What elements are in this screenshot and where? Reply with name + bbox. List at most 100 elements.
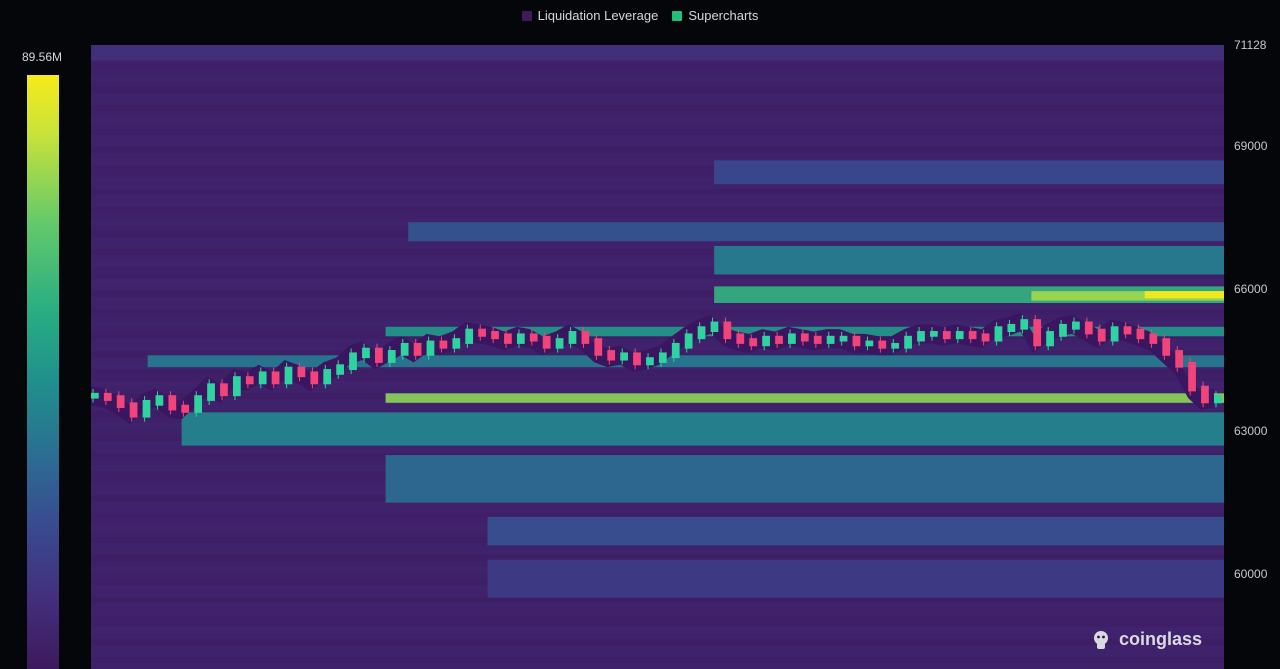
- legend-label-supercharts: Supercharts: [688, 8, 759, 23]
- heatmap-background-row: [91, 147, 1224, 153]
- heatmap-background-row: [91, 621, 1224, 627]
- heatmap-background-row: [91, 135, 1224, 141]
- heatmap-background-row: [91, 213, 1224, 219]
- heatmap-background-row: [91, 633, 1224, 639]
- heatmap-background-row: [91, 105, 1224, 111]
- heatmap-svg: [91, 45, 1225, 669]
- heatmap-background-row: [91, 81, 1224, 87]
- heatmap-background-row: [91, 303, 1224, 309]
- candle-body: [594, 338, 603, 356]
- candle-body: [91, 392, 99, 399]
- heatmap-background-row: [91, 87, 1224, 93]
- candle-body: [516, 333, 525, 344]
- candle-body: [271, 371, 280, 385]
- candle-body: [1214, 395, 1222, 404]
- heatmap-background-row: [91, 75, 1224, 81]
- heatmap-band: [1144, 291, 1224, 299]
- candle-body: [646, 357, 654, 366]
- heatmap-background-row: [91, 93, 1224, 99]
- heatmap-background-row: [91, 663, 1224, 669]
- heatmap-band: [147, 355, 1224, 368]
- candle-body: [1084, 321, 1093, 335]
- candle-body: [994, 326, 1003, 342]
- candle-body: [826, 335, 835, 344]
- candle-body: [1175, 350, 1184, 368]
- heatmap-background-row: [91, 69, 1224, 75]
- heatmap-background-row: [91, 195, 1224, 201]
- legend-item-liquidation-leverage[interactable]: Liquidation Leverage: [521, 8, 659, 23]
- heatmap-background-row: [91, 627, 1224, 633]
- y-tick-label: 60000: [1234, 566, 1268, 581]
- candle-body: [542, 335, 551, 349]
- candle-body: [620, 352, 628, 361]
- heatmap-background-row: [91, 111, 1224, 117]
- candle-body: [607, 350, 616, 361]
- candle-body: [1097, 328, 1106, 342]
- candle-body: [504, 333, 512, 344]
- candle-body: [478, 328, 486, 337]
- candle-body: [181, 404, 190, 413]
- candle-body: [168, 395, 177, 411]
- candle-body: [1007, 323, 1016, 332]
- heatmap-background-row: [91, 117, 1224, 123]
- heatmap-background-row: [91, 549, 1224, 555]
- candle-body: [1033, 319, 1042, 347]
- candle-body: [658, 352, 667, 363]
- candle-body: [529, 333, 538, 342]
- candle-body: [1020, 319, 1029, 330]
- heatmap-band: [91, 45, 1224, 61]
- candle-body: [1136, 328, 1145, 340]
- candle-body: [852, 335, 861, 347]
- legend-item-supercharts[interactable]: Supercharts: [672, 8, 758, 23]
- heatmap-band: [385, 393, 1225, 403]
- candle-body: [800, 333, 809, 342]
- candle-body: [258, 371, 267, 385]
- candle-body: [129, 402, 138, 418]
- candle-body: [684, 333, 693, 349]
- candle-body: [981, 333, 990, 342]
- heatmap-background-row: [91, 609, 1224, 615]
- heatmap-plot-area[interactable]: [91, 45, 1225, 669]
- candle-body: [220, 383, 228, 397]
- candle-body: [723, 321, 732, 340]
- candle-body: [555, 338, 564, 349]
- candle-body: [749, 338, 758, 347]
- heatmap-band: [714, 245, 1224, 275]
- candle-body: [865, 340, 874, 347]
- heatmap-background-row: [91, 507, 1224, 513]
- candle-body: [465, 328, 474, 344]
- heatmap-background-row: [91, 189, 1224, 195]
- candle-body: [775, 335, 783, 344]
- heatmap-background-row: [91, 99, 1224, 105]
- candle-body: [813, 335, 822, 344]
- candle-body: [349, 352, 357, 371]
- candle-body: [891, 342, 900, 349]
- candle-body: [1188, 361, 1196, 392]
- candle-body: [736, 333, 745, 344]
- chart-legend: Liquidation Leverage Supercharts: [0, 8, 1280, 23]
- y-tick-label: 71128: [1234, 38, 1267, 52]
- candle-body: [917, 331, 925, 342]
- candle-body: [568, 331, 577, 344]
- colorbar-max-label: 89.56M: [22, 50, 63, 64]
- y-tick-label: 69000: [1234, 139, 1268, 154]
- watermark-text: coinglass: [1118, 628, 1202, 649]
- candle-body: [878, 340, 887, 349]
- candle-body: [245, 376, 254, 385]
- legend-swatch-supercharts: [672, 10, 683, 21]
- candle-body: [452, 338, 461, 349]
- candle-body: [671, 342, 680, 359]
- candle-body: [362, 347, 370, 359]
- legend-label-liquidation-leverage: Liquidation Leverage: [537, 8, 659, 23]
- heatmap-background-row: [91, 651, 1224, 657]
- heatmap-background-row: [91, 279, 1224, 285]
- candle-body: [930, 331, 938, 337]
- candle-body: [1059, 323, 1067, 337]
- candle-body: [839, 335, 848, 342]
- heatmap-background-row: [91, 405, 1224, 411]
- candle-body: [103, 392, 112, 401]
- candle-body: [400, 342, 409, 356]
- heatmap-background-row: [91, 63, 1224, 69]
- candle-body: [968, 331, 977, 340]
- heatmap-band: [714, 160, 1224, 185]
